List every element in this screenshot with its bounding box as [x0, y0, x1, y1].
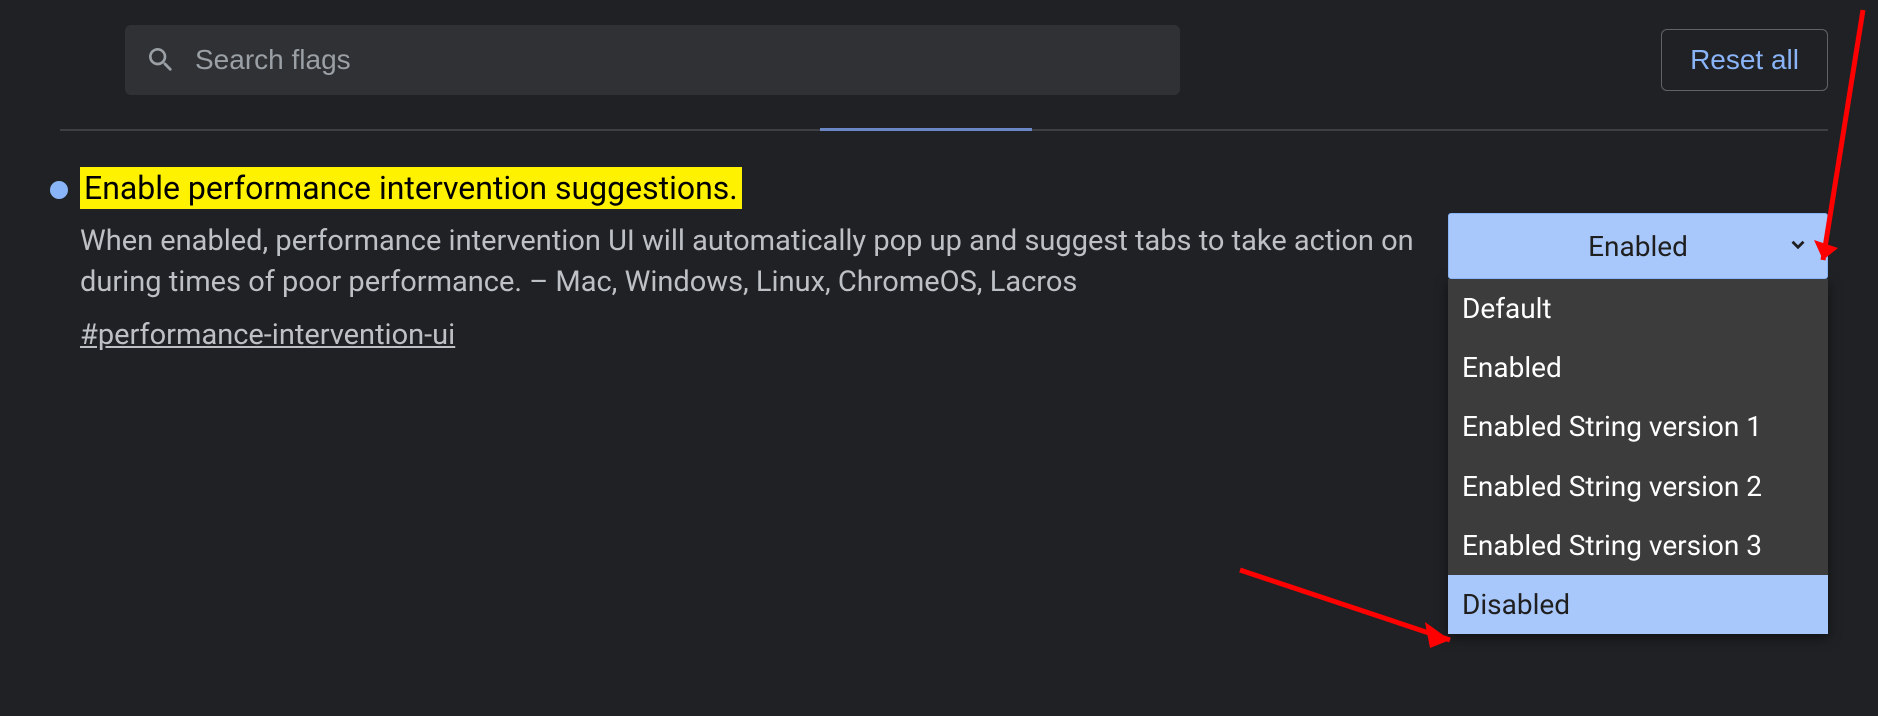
dropdown-option-enabled-str3[interactable]: Enabled String version 3: [1448, 516, 1828, 575]
chevron-down-icon: [1787, 230, 1809, 263]
flag-title: Enable performance intervention suggesti…: [80, 167, 742, 209]
search-container: [125, 25, 1180, 95]
dropdown-option-enabled-str2[interactable]: Enabled String version 2: [1448, 457, 1828, 516]
flag-entry: Enable performance intervention suggesti…: [50, 169, 1828, 352]
flag-state-selected-label: Enabled: [1588, 230, 1688, 263]
flag-state-dropdown: Default Enabled Enabled String version 1…: [1448, 279, 1828, 634]
search-input[interactable]: [195, 44, 1160, 76]
tab-divider: [60, 129, 1828, 131]
flag-modified-indicator-icon: [50, 181, 68, 199]
dropdown-option-disabled[interactable]: Disabled: [1448, 575, 1828, 634]
reset-all-button[interactable]: Reset all: [1661, 29, 1828, 91]
dropdown-option-enabled-str1[interactable]: Enabled String version 1: [1448, 397, 1828, 456]
search-icon: [145, 44, 177, 76]
flag-state-select[interactable]: Enabled: [1448, 213, 1828, 279]
dropdown-option-default[interactable]: Default: [1448, 279, 1828, 338]
flag-description: When enabled, performance intervention U…: [80, 221, 1430, 302]
flag-id-link[interactable]: #performance-intervention-ui: [80, 318, 1460, 352]
dropdown-option-enabled[interactable]: Enabled: [1448, 338, 1828, 397]
annotation-arrow-icon: [1230, 560, 1480, 660]
